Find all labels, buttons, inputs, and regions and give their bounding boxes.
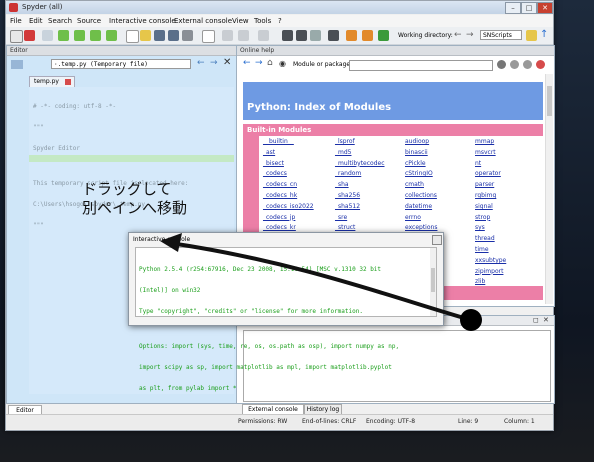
drag-arrow-line (169, 241, 472, 322)
drag-start-dot (460, 309, 482, 331)
drag-arrow-overlay (160, 233, 482, 331)
drag-arrow-head (160, 233, 182, 252)
